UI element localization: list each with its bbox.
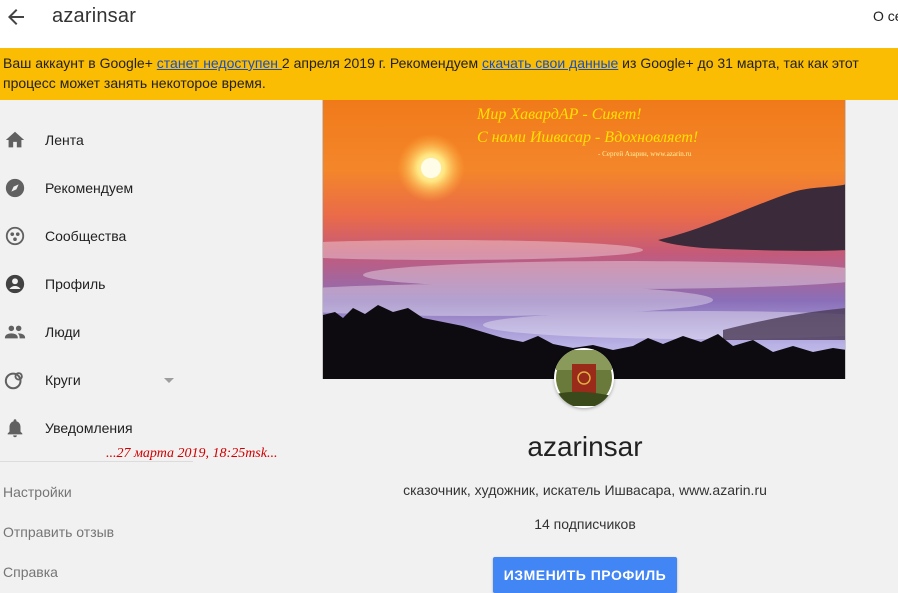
back-arrow-icon[interactable] [4,5,28,29]
chevron-down-icon[interactable] [164,378,174,383]
sidebar-item-communities[interactable]: Сообщества [0,213,192,261]
avatar[interactable] [554,348,614,408]
profile-tagline: сказочник, художник, искатель Ишвасара, … [403,482,767,498]
cover-caption-line1: Мир ХавардАР - Сияет! [477,106,642,123]
profile-name: azarinsar [527,431,643,462]
communities-icon [4,225,26,247]
cover-credit: - Сергей Азарин, www.azarin.ru [598,150,692,158]
help-link[interactable]: Справка [3,564,58,580]
banner-text-before: Ваш аккаунт в Google+ [3,55,157,71]
sidebar-item-label: Лента [45,132,84,148]
sidebar-item-label: Рекомендуем [45,180,134,196]
banner-link-download-data[interactable]: скачать свои данные [482,55,618,71]
about-link[interactable]: О се [873,8,898,24]
sidebar-item-recommended[interactable]: Рекомендуем [0,165,192,213]
sidebar-item-feed[interactable]: Лента [0,117,192,165]
sidebar-item-profile[interactable]: Профиль [0,261,192,309]
sidebar-item-label: Круги [45,372,81,388]
top-bar: azarinsar О се [0,0,898,48]
shutdown-notice-banner: Ваш аккаунт в Google+ станет недоступен … [0,48,898,100]
banner-link-unavailable[interactable]: станет недоступен [157,55,282,71]
people-icon [4,321,26,343]
sidebar: Лента Рекомендуем Сообщества Профиль Люд… [0,100,200,580]
sidebar-item-label: Профиль [45,276,106,292]
sidebar-item-label: Сообщества [45,228,127,244]
sidebar-item-label: Люди [45,324,81,340]
compass-icon [4,177,26,199]
followers-count[interactable]: 14 подписчиков [0,516,898,532]
edit-profile-button[interactable]: ИЗМЕНИТЬ ПРОФИЛЬ [493,557,677,593]
sidebar-item-circles[interactable]: Круги [0,357,192,405]
account-circle-icon [4,273,26,295]
sidebar-item-people[interactable]: Люди [0,309,192,357]
cover-photo: Мир ХавардАР - Сияет! С нами Ишвасар - В… [322,100,846,379]
cover-caption-line2: С нами Ишвасар - Вдохновляет! [477,129,699,146]
banner-text-middle: 2 апреля 2019 г. Рекомендуем [281,55,482,71]
avatar-image [556,350,612,406]
home-icon [4,129,26,151]
page-title: azarinsar [52,5,137,27]
circles-icon [4,369,26,391]
